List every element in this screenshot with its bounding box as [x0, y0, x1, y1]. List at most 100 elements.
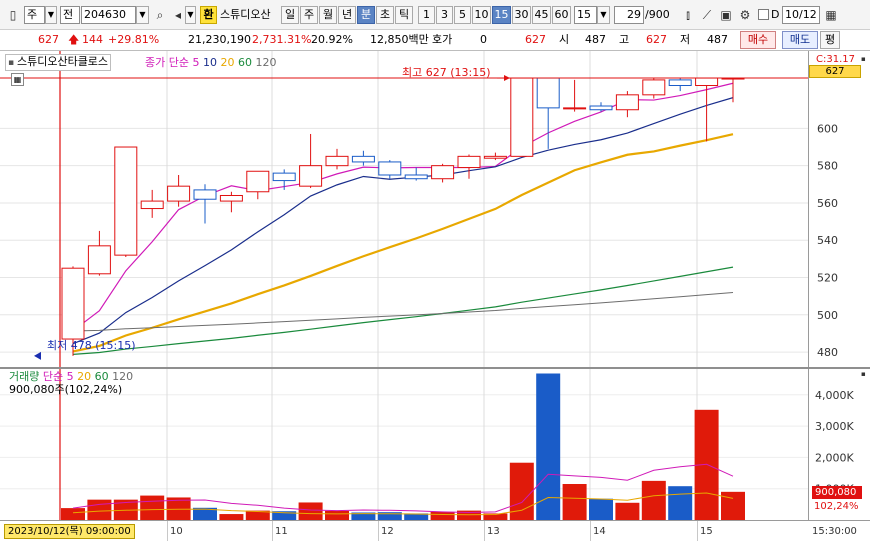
date-separator [378, 521, 379, 541]
low-label: 저 [680, 33, 691, 46]
candle-body [615, 94, 639, 111]
volume-legend: 거래량 단순 5 20 60 120 [9, 370, 133, 383]
volume-title: 거래량 [9, 370, 40, 383]
period-type-select[interactable]: 주 [24, 6, 45, 24]
candle-body [87, 245, 111, 275]
candle-body [272, 172, 296, 182]
price-axis: 600 580 560 540 520 500 480 4,000K 3,000K 2,000K 1… [808, 51, 870, 520]
current-price-tag: 627 [809, 65, 861, 78]
chevron-down-icon[interactable]: ▼ [597, 6, 610, 24]
tab-interval-30[interactable]: 30 [512, 6, 531, 24]
price-tick: 540 [817, 234, 838, 247]
tab-period-1[interactable]: 주 [300, 6, 318, 24]
candle-body [114, 146, 138, 256]
candle-body [61, 267, 85, 340]
tab-period-6[interactable]: 틱 [395, 6, 413, 24]
volume-bar [589, 498, 613, 520]
volume-ma-label: 단순 [42, 370, 64, 383]
ma-line-5 [72, 82, 734, 332]
count-input[interactable]: 29 [614, 6, 644, 24]
panel-menu-icon[interactable]: ▪ [861, 55, 869, 63]
save-icon[interactable]: ▣ [717, 6, 735, 24]
tab-period-0[interactable]: 일 [281, 6, 299, 24]
low-annotation: 최저 478 (15:15) [47, 339, 136, 352]
chart-canvas[interactable] [0, 51, 808, 520]
ma-label: 종가 단순 [145, 56, 189, 69]
low-price: 487 [707, 33, 728, 46]
panel-toggle-icon[interactable]: ▯ [4, 6, 22, 24]
open-label: 시 [559, 33, 570, 46]
volume-tick: 2,000K [815, 451, 854, 464]
candle-body [140, 200, 164, 210]
end-time-label: 15:30:00 [812, 526, 857, 537]
trendline-icon[interactable]: ⟋ [698, 6, 716, 24]
chevron-down-icon[interactable]: ▼ [136, 6, 149, 24]
candle-body [668, 79, 692, 87]
volume-bar [298, 502, 323, 520]
ma-period-20: 20 [220, 56, 235, 69]
ma-period-10: 10 [202, 56, 217, 69]
cursor-date-label: 2023/10/12(목) 09:00:00 [4, 524, 135, 539]
date-input[interactable]: 10/12 [782, 6, 820, 24]
grid-icon[interactable]: ▦ [11, 73, 24, 86]
volume-bar [615, 502, 640, 520]
price-tick: 500 [817, 309, 838, 322]
vol-ma-60: 60 [94, 370, 109, 383]
market-select[interactable]: 전 [60, 6, 80, 24]
vol-ma-120: 120 [112, 370, 134, 383]
calendar-icon[interactable]: ▦ [822, 6, 840, 24]
chevron-down-icon[interactable]: ▼ [185, 6, 196, 24]
chevron-down-icon[interactable]: ▼ [45, 6, 57, 24]
tab-interval-60[interactable]: 60 [552, 6, 571, 24]
date-label-13: 13 [487, 526, 500, 537]
tab-period-4[interactable]: 분 [357, 6, 375, 24]
gear-icon[interactable]: ⚙ [736, 6, 754, 24]
volume-tick: 4,000K [815, 389, 854, 402]
tab-period-5[interactable]: 초 [376, 6, 394, 24]
ma-line-60 [72, 266, 734, 355]
candle-body [219, 194, 243, 202]
candle-icon[interactable]: ⫾ [679, 6, 697, 24]
date-label-12: 12 [381, 526, 394, 537]
tab-interval-15[interactable]: 15 [492, 6, 511, 24]
date-separator [697, 521, 698, 541]
price-tick: 600 [817, 122, 838, 135]
price-panel-name: 스튜디오산타클로스 [16, 55, 109, 68]
date-separator [484, 521, 485, 541]
candle-body [642, 79, 666, 96]
search-icon[interactable]: ⌕ [151, 6, 169, 24]
date-axis: 2023/10/12(목) 09:00:00 10 11 12 13 14 15 15:3… [0, 520, 870, 542]
interval-select[interactable]: 15 [574, 6, 597, 24]
tab-interval-10[interactable]: 10 [472, 6, 491, 24]
tab-period-2[interactable]: 월 [319, 6, 337, 24]
date-separator [590, 521, 591, 541]
volume-bar [140, 495, 165, 520]
candle-body [536, 77, 560, 109]
open-price: 487 [585, 33, 606, 46]
code-input[interactable]: 204630 [81, 6, 136, 24]
volume-tag-pct: 102,24% [814, 501, 859, 512]
tab-interval-5[interactable]: 5 [454, 6, 471, 24]
ma-period-120: 120 [255, 56, 277, 69]
name-badge[interactable]: 환 [200, 6, 217, 24]
low-arrow-head [34, 351, 41, 360]
candle-body [167, 185, 191, 202]
chart-area[interactable] [0, 51, 808, 520]
candle-body [351, 155, 375, 163]
tab-interval-3[interactable]: 3 [436, 6, 453, 24]
date-label-15: 15 [700, 526, 713, 537]
tab-period-3[interactable]: 년 [338, 6, 356, 24]
candle-body [404, 174, 428, 180]
date-checkbox[interactable] [758, 9, 769, 20]
candle-body [563, 107, 587, 110]
tab-interval-45[interactable]: 45 [532, 6, 551, 24]
panel-menu-icon[interactable]: ▪ [861, 370, 869, 378]
date-label-10: 10 [170, 526, 183, 537]
tab-interval-1[interactable]: 1 [418, 6, 435, 24]
average-button[interactable]: 평 [820, 31, 840, 49]
hoga-price: 627 [525, 33, 546, 46]
buy-button[interactable]: 매수 [740, 31, 776, 49]
sell-button[interactable]: 매도 [782, 31, 818, 49]
volume-bar [430, 511, 455, 520]
pane-splitter[interactable] [0, 367, 870, 369]
